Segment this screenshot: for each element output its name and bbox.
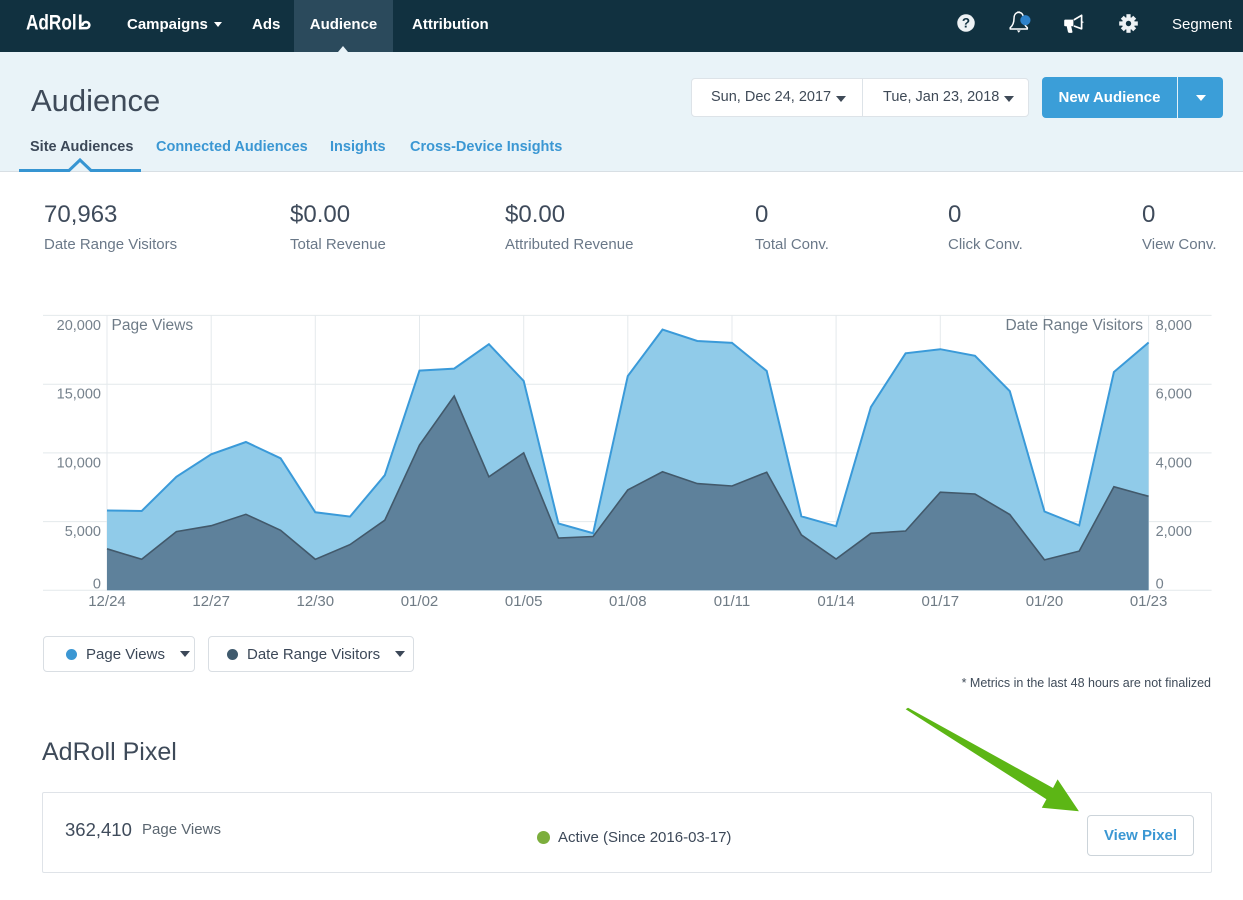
svg-text:8,000: 8,000: [1156, 318, 1192, 334]
svg-text:Date Range Visitors: Date Range Visitors: [1005, 317, 1143, 334]
svg-text:5,000: 5,000: [65, 524, 101, 540]
svg-text:20,000: 20,000: [57, 318, 101, 334]
svg-text:12/24: 12/24: [88, 593, 126, 610]
svg-text:01/23: 01/23: [1130, 593, 1168, 610]
svg-text:12/30: 12/30: [297, 593, 335, 610]
svg-text:01/02: 01/02: [401, 593, 439, 610]
svg-text:0: 0: [1156, 577, 1164, 593]
svg-text:Page Views: Page Views: [112, 317, 194, 334]
svg-text:10,000: 10,000: [57, 455, 101, 471]
svg-text:AdRol: AdRol: [26, 12, 77, 35]
svg-text:01/14: 01/14: [817, 593, 855, 610]
svg-text:01/17: 01/17: [922, 593, 960, 610]
svg-text:01/20: 01/20: [1026, 593, 1064, 610]
svg-text:01/11: 01/11: [714, 593, 750, 610]
svg-text:01/05: 01/05: [505, 593, 543, 610]
svg-text:01/08: 01/08: [609, 593, 647, 610]
svg-text:2,000: 2,000: [1156, 524, 1192, 540]
svg-text:15,000: 15,000: [57, 387, 101, 403]
svg-text:12/27: 12/27: [192, 593, 230, 610]
svg-text:0: 0: [93, 577, 101, 593]
svg-text:6,000: 6,000: [1156, 387, 1192, 403]
svg-text:4,000: 4,000: [1156, 455, 1192, 471]
svg-text:?: ?: [962, 16, 970, 31]
